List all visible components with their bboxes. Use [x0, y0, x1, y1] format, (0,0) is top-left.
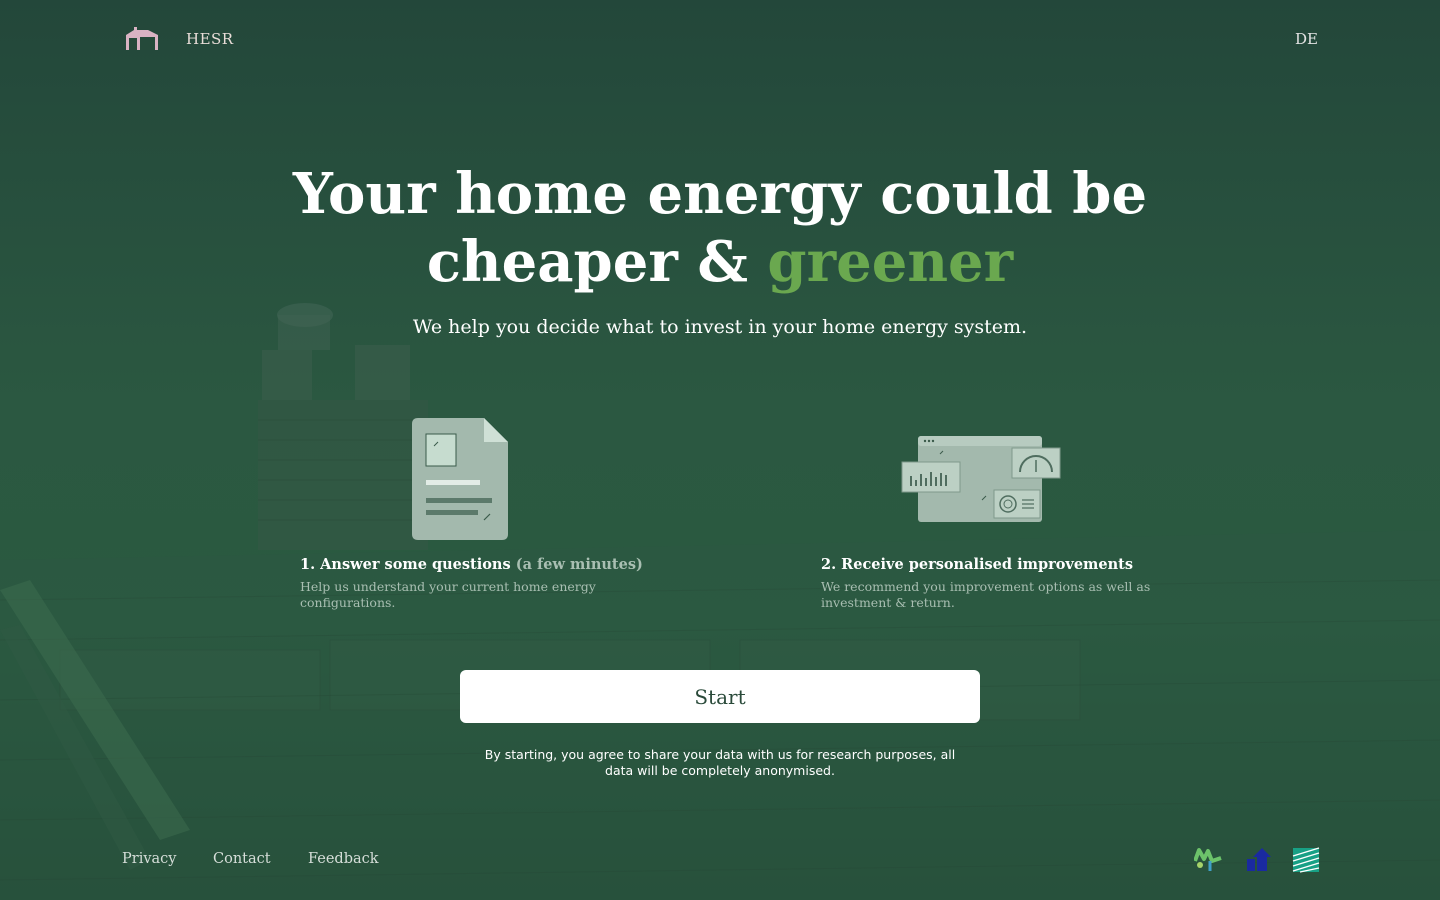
hero-title-line1: Your home energy could be [292, 161, 1148, 227]
footer-link-contact[interactable]: Contact [213, 851, 271, 867]
hero-title: Your home energy could be cheaper & gree… [0, 160, 1440, 296]
hero-subtitle: We help you decide what to invest in you… [412, 316, 1028, 338]
dashboard-icon [901, 436, 1061, 522]
consent-notice: By starting, you agree to share your dat… [484, 747, 956, 778]
brand-name[interactable]: HESR [186, 30, 234, 48]
step-description: Help us understand your current home ene… [300, 579, 596, 610]
house-icon[interactable] [124, 26, 160, 52]
footer-link-feedback[interactable]: Feedback [308, 851, 379, 867]
partner-logo-green-icon[interactable] [1194, 847, 1222, 873]
language-toggle[interactable]: DE [1295, 30, 1318, 48]
step-title: 1. Answer some questions (a few minutes) [300, 556, 643, 573]
header: HESR DE [0, 0, 1440, 80]
step-title-suffix: (a few minutes) [515, 556, 643, 573]
step-title: 2. Receive personalised improvements [821, 556, 1133, 573]
step-title-text: 1. Answer some questions [300, 556, 511, 573]
partner-logo-blue-icon[interactable] [1245, 847, 1273, 873]
footer-link-privacy[interactable]: Privacy [122, 851, 176, 867]
step-description: We recommend you improvement options as … [821, 579, 1151, 610]
hero-title-line2: cheaper & [426, 229, 768, 295]
partner-logo-stripes-icon[interactable] [1292, 847, 1320, 873]
start-button[interactable]: Start [460, 670, 980, 723]
hero-title-highlight: greener [767, 229, 1014, 295]
step-title-text: 2. Receive personalised improvements [821, 556, 1134, 573]
document-icon [412, 418, 508, 540]
